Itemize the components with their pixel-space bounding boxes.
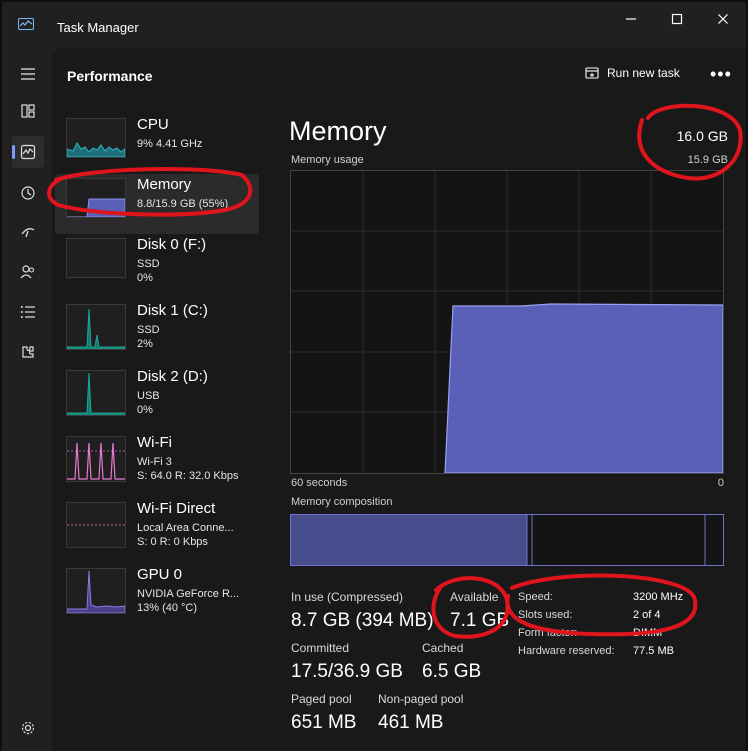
disk-1-usage: 2% — [137, 338, 153, 350]
memory-title: Memory — [289, 116, 387, 146]
memory-usage: 8.8/15.9 GB (55%) — [137, 198, 229, 210]
form-factor-label: Form factor: — [518, 627, 578, 639]
graph-axis-left: 60 seconds — [291, 477, 348, 489]
speed-label: Speed: — [518, 591, 553, 603]
processes-icon[interactable] — [12, 95, 44, 127]
run-task-icon — [585, 67, 599, 79]
non-paged-pool-value: 461 MB — [378, 712, 444, 733]
memory-thumbnail-graph — [66, 178, 126, 218]
wifi-direct-label: Wi-Fi Direct — [137, 500, 216, 517]
disk-0-usage: 0% — [137, 272, 153, 284]
paged-pool-label: Paged pool — [291, 692, 352, 706]
page-title: Performance — [67, 68, 153, 84]
available-value: 7.1 GB — [450, 610, 510, 631]
disk-1-type: SSD — [137, 324, 160, 336]
memory-usage-graph — [290, 170, 724, 474]
startup-icon[interactable] — [12, 216, 44, 248]
disk-2-type: USB — [137, 390, 160, 402]
maximize-button[interactable] — [663, 10, 691, 30]
menu-icon[interactable] — [12, 58, 44, 90]
slots-used-label: Slots used: — [518, 609, 573, 621]
available-label: Available — [450, 590, 499, 604]
cpu-thumbnail-graph — [66, 118, 126, 158]
hardware-reserved-label: Hardware reserved: — [518, 645, 615, 657]
gpu-0-usage: 13% (40 °C) — [137, 602, 198, 614]
gpu-0-model: NVIDIA GeForce R... — [137, 588, 240, 600]
history-icon[interactable] — [12, 177, 44, 209]
disk-1-label: Disk 1 (C:) — [137, 302, 208, 319]
disk-2-thumbnail-graph — [66, 370, 126, 416]
sidebar-item-disk-2[interactable]: Disk 2 (D:) USB 0% — [55, 366, 259, 426]
in-use-value: 8.7 GB (394 MB) — [291, 610, 434, 631]
sidebar-item-disk-1[interactable]: Disk 1 (C:) SSD 2% — [55, 300, 259, 360]
sidebar-item-wifi-direct[interactable]: Wi-Fi Direct Local Area Conne... S: 0 R:… — [55, 498, 259, 558]
committed-label: Committed — [291, 641, 350, 655]
more-options-button[interactable]: ••• — [710, 64, 732, 85]
navigation-rail — [2, 48, 52, 751]
minimize-button[interactable] — [617, 10, 645, 30]
run-new-task-button[interactable]: Run new task — [585, 66, 680, 80]
disk-0-thumbnail-graph — [66, 238, 126, 278]
speed-value: 3200 MHz — [633, 591, 684, 603]
wifi-direct-adapter: Local Area Conne... — [137, 522, 234, 534]
disk-1-thumbnail-graph — [66, 304, 126, 350]
sidebar-item-disk-0[interactable]: Disk 0 (F:) SSD 0% — [55, 234, 259, 294]
task-manager-window: Task Manager Performance Run new task ••… — [2, 2, 746, 751]
disk-0-type: SSD — [137, 258, 160, 270]
wifi-thumbnail-graph — [66, 436, 126, 482]
memory-total: 16.0 GB — [676, 128, 728, 144]
memory-composition-label: Memory composition — [291, 496, 393, 508]
details-icon[interactable] — [12, 296, 44, 328]
cached-label: Cached — [422, 641, 464, 655]
run-new-task-label: Run new task — [607, 66, 680, 80]
wifi-label: Wi-Fi — [137, 434, 172, 451]
task-manager-icon — [18, 18, 34, 30]
gpu-0-label: GPU 0 — [137, 566, 183, 583]
in-use-label: In use (Compressed) — [291, 590, 404, 604]
memory-label: Memory — [137, 176, 192, 193]
wifi-adapter: Wi-Fi 3 — [137, 456, 172, 468]
sidebar-item-gpu-0[interactable]: GPU 0 NVIDIA GeForce R... 13% (40 °C) — [55, 564, 259, 624]
memory-composition-bar — [290, 514, 724, 566]
graph-axis-right: 0 — [717, 477, 724, 489]
cached-value: 6.5 GB — [422, 661, 482, 682]
gear-icon[interactable] — [12, 712, 44, 744]
disk-0-label: Disk 0 (F:) — [137, 236, 207, 253]
window-title: Task Manager — [57, 20, 139, 35]
wifi-throughput: S: 64.0 R: 32.0 Kbps — [137, 470, 239, 482]
cpu-label: CPU — [137, 116, 169, 133]
performance-icon[interactable] — [12, 136, 44, 168]
hardware-reserved-value: 77.5 MB — [633, 645, 674, 657]
wifi-direct-throughput: S: 0 R: 0 Kbps — [137, 536, 208, 548]
users-icon[interactable] — [12, 256, 44, 288]
cpu-usage: 9% 4.41 GHz — [137, 138, 203, 150]
disk-2-label: Disk 2 (D:) — [137, 368, 208, 385]
sidebar-item-wifi[interactable]: Wi-Fi Wi-Fi 3 S: 64.0 R: 32.0 Kbps — [55, 432, 259, 492]
non-paged-pool-label: Non-paged pool — [378, 692, 464, 706]
close-button[interactable] — [709, 10, 737, 30]
committed-value: 17.5/36.9 GB — [291, 661, 403, 682]
gpu-0-thumbnail-graph — [66, 568, 126, 614]
form-factor-value: DIMM — [633, 627, 663, 639]
slots-used-value: 2 of 4 — [633, 609, 661, 621]
memory-usage-max: 15.9 GB — [687, 154, 728, 166]
disk-2-usage: 0% — [137, 404, 153, 416]
wifi-direct-thumbnail-graph — [66, 502, 126, 548]
sidebar-item-memory[interactable]: Memory 8.8/15.9 GB (55%) — [55, 174, 259, 234]
services-icon[interactable] — [12, 336, 44, 368]
sidebar-item-cpu[interactable]: CPU 9% 4.41 GHz — [55, 114, 259, 174]
memory-usage-label: Memory usage — [291, 154, 364, 166]
paged-pool-value: 651 MB — [291, 712, 357, 733]
performance-page: Performance Run new task ••• CPU 9% 4.41… — [52, 48, 746, 751]
title-bar: Task Manager — [2, 2, 746, 48]
